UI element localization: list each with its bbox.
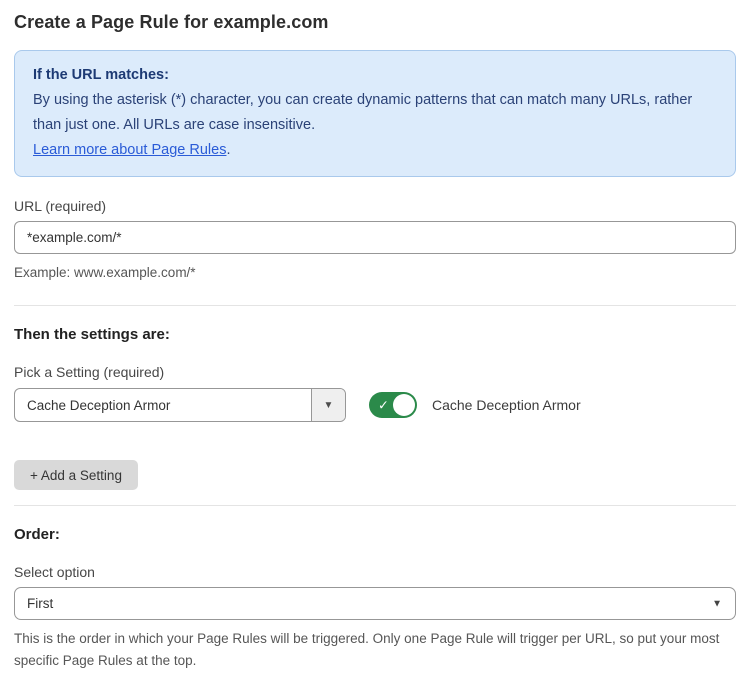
order-select-label: Select option	[14, 564, 736, 580]
add-setting-button[interactable]: + Add a Setting	[14, 460, 138, 490]
divider	[14, 505, 736, 506]
setting-select-caret-button[interactable]: ▼	[311, 389, 345, 421]
settings-section-heading: Then the settings are:	[14, 326, 736, 343]
url-match-info-box: If the URL matches: By using the asteris…	[14, 50, 736, 177]
setting-select[interactable]: Cache Deception Armor ▼	[14, 388, 346, 422]
page-title: Create a Page Rule for example.com	[14, 12, 736, 33]
toggle-knob	[393, 394, 415, 416]
divider	[14, 305, 736, 306]
create-page-rule-form: Create a Page Rule for example.com If th…	[0, 0, 750, 679]
setting-select-value: Cache Deception Armor	[15, 389, 311, 421]
cache-deception-armor-toggle[interactable]: ✓	[369, 392, 417, 418]
check-icon: ✓	[378, 399, 389, 412]
url-field-label: URL (required)	[14, 198, 736, 214]
toggle-setting-label: Cache Deception Armor	[432, 397, 581, 413]
learn-more-link[interactable]: Learn more about Page Rules	[33, 142, 226, 158]
url-input[interactable]	[14, 221, 736, 254]
order-helper-text: This is the order in which your Page Rul…	[14, 628, 736, 672]
order-select-value: First	[27, 596, 53, 611]
pick-setting-label: Pick a Setting (required)	[14, 364, 736, 380]
order-select[interactable]: First ▼	[14, 587, 736, 620]
info-box-heading: If the URL matches:	[33, 63, 717, 88]
info-box-body: By using the asterisk (*) character, you…	[33, 88, 717, 138]
link-period: .	[226, 142, 230, 158]
url-example-helper: Example: www.example.com/*	[14, 262, 736, 284]
chevron-down-icon: ▼	[324, 400, 334, 411]
info-box-link-line: Learn more about Page Rules.	[33, 138, 717, 163]
order-section-heading: Order:	[14, 526, 736, 543]
setting-row: Cache Deception Armor ▼ ✓ Cache Deceptio…	[14, 388, 736, 422]
chevron-down-icon: ▼	[712, 598, 722, 609]
